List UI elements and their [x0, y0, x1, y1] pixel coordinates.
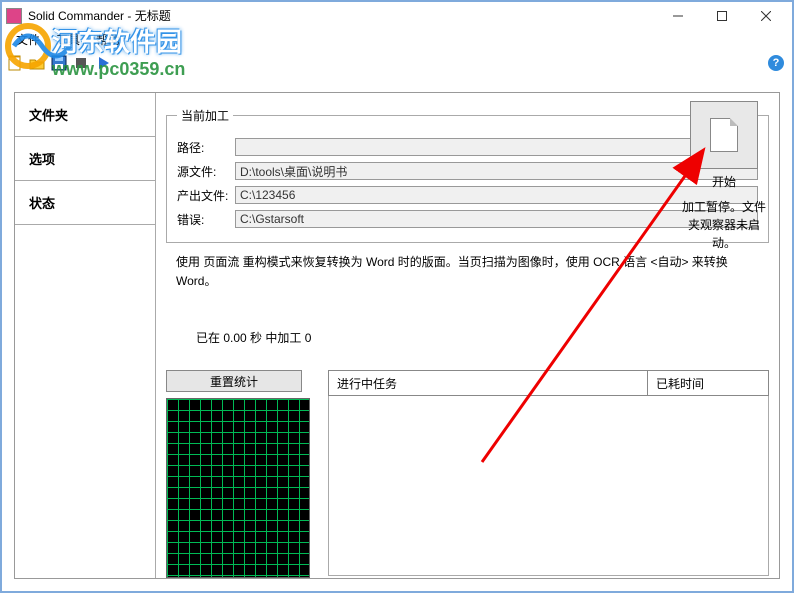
open-icon[interactable] [28, 54, 46, 72]
error-label: 错误: [177, 211, 235, 228]
activity-chart [166, 398, 310, 578]
source-label: 源文件: [177, 163, 235, 180]
minimize-button[interactable] [656, 3, 700, 28]
stats-line: 已在 0.00 秒 中加工 0 [196, 329, 769, 346]
col-elapsed-header: 已耗时间 [648, 371, 768, 395]
help-icon[interactable]: ? [768, 55, 784, 71]
path-label: 路径: [177, 139, 235, 156]
sidebar-tab-folder[interactable]: 文件夹 [15, 93, 155, 137]
window-title: Solid Commander - 无标题 [28, 7, 171, 24]
save-icon[interactable] [50, 54, 68, 72]
sidebar-tab-options[interactable]: 选项 [15, 137, 155, 181]
sidebar-tab-status[interactable]: 状态 [15, 181, 155, 225]
titlebar: Solid Commander - 无标题 [2, 2, 792, 29]
app-icon [6, 8, 22, 24]
start-button-label: 开始 [679, 173, 769, 190]
menu-help[interactable]: 帮助 [88, 29, 128, 50]
start-status: 加工暂停。文件夹观察器未启动。 [679, 196, 769, 254]
output-label: 产出文件: [177, 187, 235, 204]
play-icon[interactable] [94, 54, 112, 72]
maximize-button[interactable] [700, 3, 744, 28]
toolbar: ? [2, 50, 792, 76]
processing-group-title: 当前加工 [177, 107, 233, 124]
task-list-body [328, 396, 769, 576]
description-text: 使用 页面流 重构模式来恢复转换为 Word 时的版面。当页扫描为图像时，使用 … [176, 253, 759, 291]
content-area: 文件夹 选项 状态 当前加工 路径: 源文件: [14, 92, 780, 579]
stop-icon[interactable] [72, 54, 90, 72]
menu-tools[interactable]: 工具 [48, 29, 88, 50]
new-icon[interactable] [6, 54, 24, 72]
main-panel: 当前加工 路径: 源文件: 产出文件: [155, 93, 779, 578]
menu-file[interactable]: 文件 [8, 29, 48, 50]
col-running-header: 进行中任务 [329, 371, 648, 395]
close-button[interactable] [744, 3, 788, 28]
reset-stats-button[interactable]: 重置统计 [166, 370, 302, 392]
task-header: 进行中任务 已耗时间 [328, 370, 769, 396]
sidebar: 文件夹 选项 状态 [15, 93, 155, 578]
start-button[interactable] [690, 101, 758, 169]
menubar: 文件 工具 帮助 [2, 29, 792, 50]
page-icon [710, 118, 738, 152]
start-panel: 开始 加工暂停。文件夹观察器未启动。 [679, 101, 769, 254]
